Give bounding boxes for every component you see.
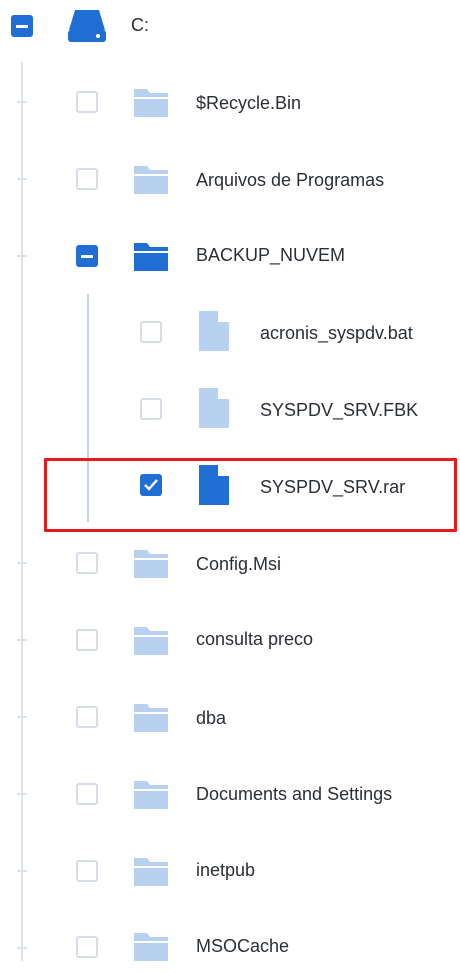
drive-icon xyxy=(66,8,108,49)
folder-icon xyxy=(133,855,169,892)
selection-highlight-box xyxy=(44,458,457,532)
tree-node-file[interactable]: SYSPDV_SRV.FBK xyxy=(0,383,460,435)
item-checkbox[interactable] xyxy=(76,783,98,805)
item-checkbox[interactable] xyxy=(76,860,98,882)
item-checkbox[interactable] xyxy=(76,91,98,113)
item-label: Documents and Settings xyxy=(196,784,393,804)
file-icon xyxy=(198,310,230,357)
item-label: BACKUP_NUVEM xyxy=(196,245,346,265)
tree-expander[interactable] xyxy=(17,178,27,180)
item-checkbox[interactable] xyxy=(76,629,98,651)
item-checkbox[interactable] xyxy=(76,552,98,574)
folder-icon xyxy=(133,163,169,200)
item-checkbox[interactable] xyxy=(76,168,98,190)
file-icon xyxy=(198,387,230,434)
item-checkbox[interactable] xyxy=(76,245,98,267)
item-label: dba xyxy=(196,708,227,728)
tree-expander[interactable] xyxy=(17,639,27,641)
tree-expander[interactable] xyxy=(17,101,27,103)
root-checkbox[interactable] xyxy=(11,15,33,37)
folder-icon xyxy=(133,624,169,661)
root-label: C: xyxy=(131,15,149,35)
tree-expander[interactable] xyxy=(17,716,27,718)
item-label: Arquivos de Programas xyxy=(196,170,385,190)
item-checkbox[interactable] xyxy=(140,321,162,343)
folder-icon xyxy=(133,930,169,967)
folder-icon xyxy=(133,240,169,277)
item-label: MSOCache xyxy=(196,936,290,956)
folder-icon xyxy=(133,701,169,738)
item-label: inetpub xyxy=(196,860,256,880)
tree-node-folder[interactable]: Config.Msi xyxy=(0,537,460,589)
item-label: consulta preco xyxy=(196,629,314,649)
item-label: Config.Msi xyxy=(196,554,282,574)
tree-node-folder-expanded[interactable]: BACKUP_NUVEM xyxy=(0,230,460,282)
folder-icon xyxy=(133,547,169,584)
tree-expander[interactable] xyxy=(17,870,27,872)
tree-node-folder[interactable]: MSOCache xyxy=(0,922,460,974)
item-label: acronis_syspdv.bat xyxy=(260,323,413,343)
tree-node-folder[interactable]: consulta preco xyxy=(0,614,460,666)
tree-node-folder[interactable]: Documents and Settings xyxy=(0,768,460,820)
item-label: SYSPDV_SRV.FBK xyxy=(260,400,419,420)
tree-node-folder[interactable]: $Recycle.Bin xyxy=(0,76,460,128)
item-checkbox[interactable] xyxy=(76,936,98,958)
item-label: $Recycle.Bin xyxy=(196,93,302,113)
tree-node-folder[interactable]: Arquivos de Programas xyxy=(0,153,460,205)
tree-expander[interactable] xyxy=(17,255,27,257)
tree-expander[interactable] xyxy=(17,947,27,949)
folder-icon xyxy=(133,778,169,815)
tree-expander[interactable] xyxy=(17,562,27,564)
tree-node-folder[interactable]: dba xyxy=(0,691,460,743)
tree-node-folder[interactable]: inetpub xyxy=(0,845,460,897)
folder-icon xyxy=(133,86,169,123)
tree-node-root[interactable]: C: xyxy=(0,0,460,52)
item-checkbox[interactable] xyxy=(140,398,162,420)
item-checkbox[interactable] xyxy=(76,706,98,728)
tree-node-file[interactable]: acronis_syspdv.bat xyxy=(0,306,460,358)
tree-expander[interactable] xyxy=(17,793,27,795)
